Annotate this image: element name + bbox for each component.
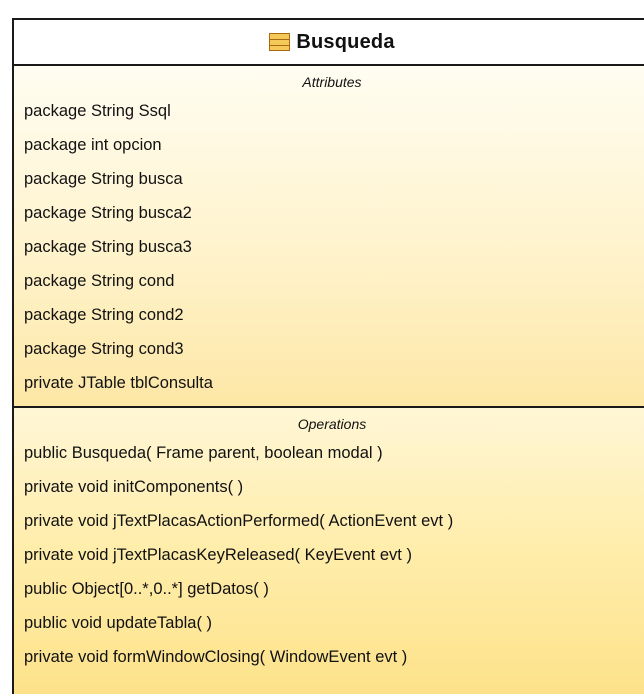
attribute-item: package String Ssql bbox=[24, 102, 171, 120]
attributes-title: Attributes bbox=[302, 74, 362, 90]
operations-title: Operations bbox=[297, 416, 367, 432]
attribute-item: private JTable tblConsulta bbox=[24, 374, 213, 392]
class-header: Busqueda bbox=[14, 20, 644, 66]
operation-item: public void updateTabla( ) bbox=[24, 614, 213, 632]
attribute-item: package String busca3 bbox=[24, 238, 192, 256]
operation-item: private void formWindowClosing( WindowEv… bbox=[24, 648, 408, 666]
operation-item: private void jTextPlacasKeyReleased( Key… bbox=[24, 546, 412, 564]
attribute-item: package String cond3 bbox=[24, 340, 184, 358]
operation-item: public Busqueda( Frame parent, boolean m… bbox=[24, 444, 383, 462]
operation-item: private void initComponents( ) bbox=[24, 478, 244, 496]
operation-item: public Object[0..*,0..*] getDatos( ) bbox=[24, 580, 269, 598]
class-name: Busqueda bbox=[296, 30, 395, 53]
attribute-item: package String cond bbox=[24, 272, 175, 290]
attribute-item: package String busca2 bbox=[24, 204, 192, 222]
operations-compartment: Operations public Busqueda( Frame parent… bbox=[14, 408, 644, 694]
attribute-item: package String cond2 bbox=[24, 306, 184, 324]
attribute-item: package int opcion bbox=[24, 136, 162, 154]
attributes-compartment: Attributes package String Ssql package i… bbox=[14, 66, 644, 408]
uml-class-box[interactable]: Busqueda Attributes package String Ssql … bbox=[12, 18, 644, 694]
class-icon bbox=[269, 33, 291, 51]
attribute-item: package String busca bbox=[24, 170, 183, 188]
operation-item: private void jTextPlacasActionPerformed(… bbox=[24, 512, 454, 530]
